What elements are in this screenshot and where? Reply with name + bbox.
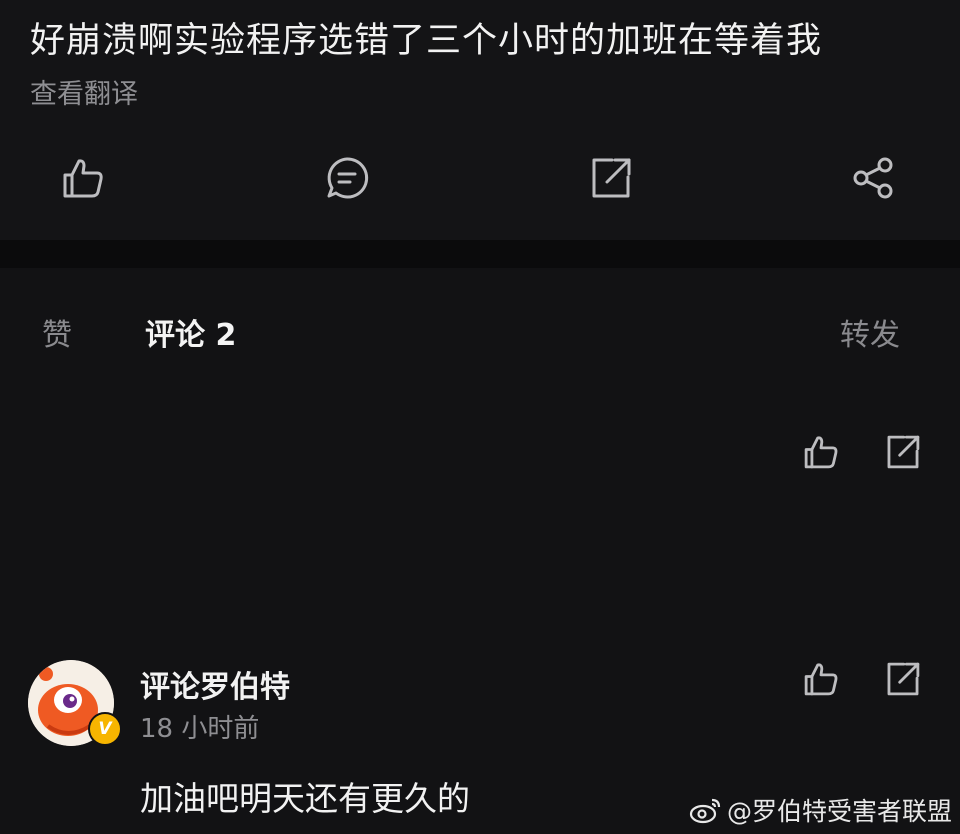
- tab-reposts[interactable]: 转发: [840, 310, 900, 354]
- comment-author-name[interactable]: 评论罗伯特: [140, 662, 290, 706]
- repost-icon: [887, 662, 920, 696]
- repost-icon: [592, 158, 631, 198]
- watermark-text: @罗伯特受害者联盟: [726, 797, 952, 826]
- comment-button[interactable]: [324, 155, 370, 201]
- comment-like-button[interactable]: [802, 660, 840, 698]
- translate-link[interactable]: 查看翻译: [30, 72, 138, 111]
- comment-text: 加油吧明天还有更久的: [140, 779, 470, 818]
- thumbs-up-icon: [63, 159, 103, 198]
- weibo-icon: [689, 798, 721, 824]
- comment-like-button[interactable]: [802, 433, 840, 471]
- comment-icon: [327, 157, 369, 199]
- section-divider: [0, 240, 960, 268]
- post-text: 好崩溃啊实验程序选错了三个小时的加班在等着我: [30, 21, 823, 61]
- tab-comments[interactable]: 评论 2: [145, 310, 236, 354]
- watermark: @罗伯特受害者联盟: [689, 792, 952, 828]
- comment-repost-button[interactable]: [884, 433, 922, 471]
- comment-timestamp: 18 小时前: [140, 714, 260, 744]
- comment-repost-button[interactable]: [884, 660, 922, 698]
- repost-icon: [887, 435, 920, 469]
- thumbs-up-icon: [804, 663, 838, 696]
- thumbs-up-icon: [804, 436, 838, 469]
- like-button[interactable]: [60, 155, 106, 201]
- share-icon: [853, 157, 893, 199]
- verified-badge-icon: V: [88, 712, 122, 746]
- share-button[interactable]: [850, 155, 896, 201]
- repost-button[interactable]: [588, 155, 634, 201]
- tab-likes[interactable]: 赞: [42, 310, 72, 354]
